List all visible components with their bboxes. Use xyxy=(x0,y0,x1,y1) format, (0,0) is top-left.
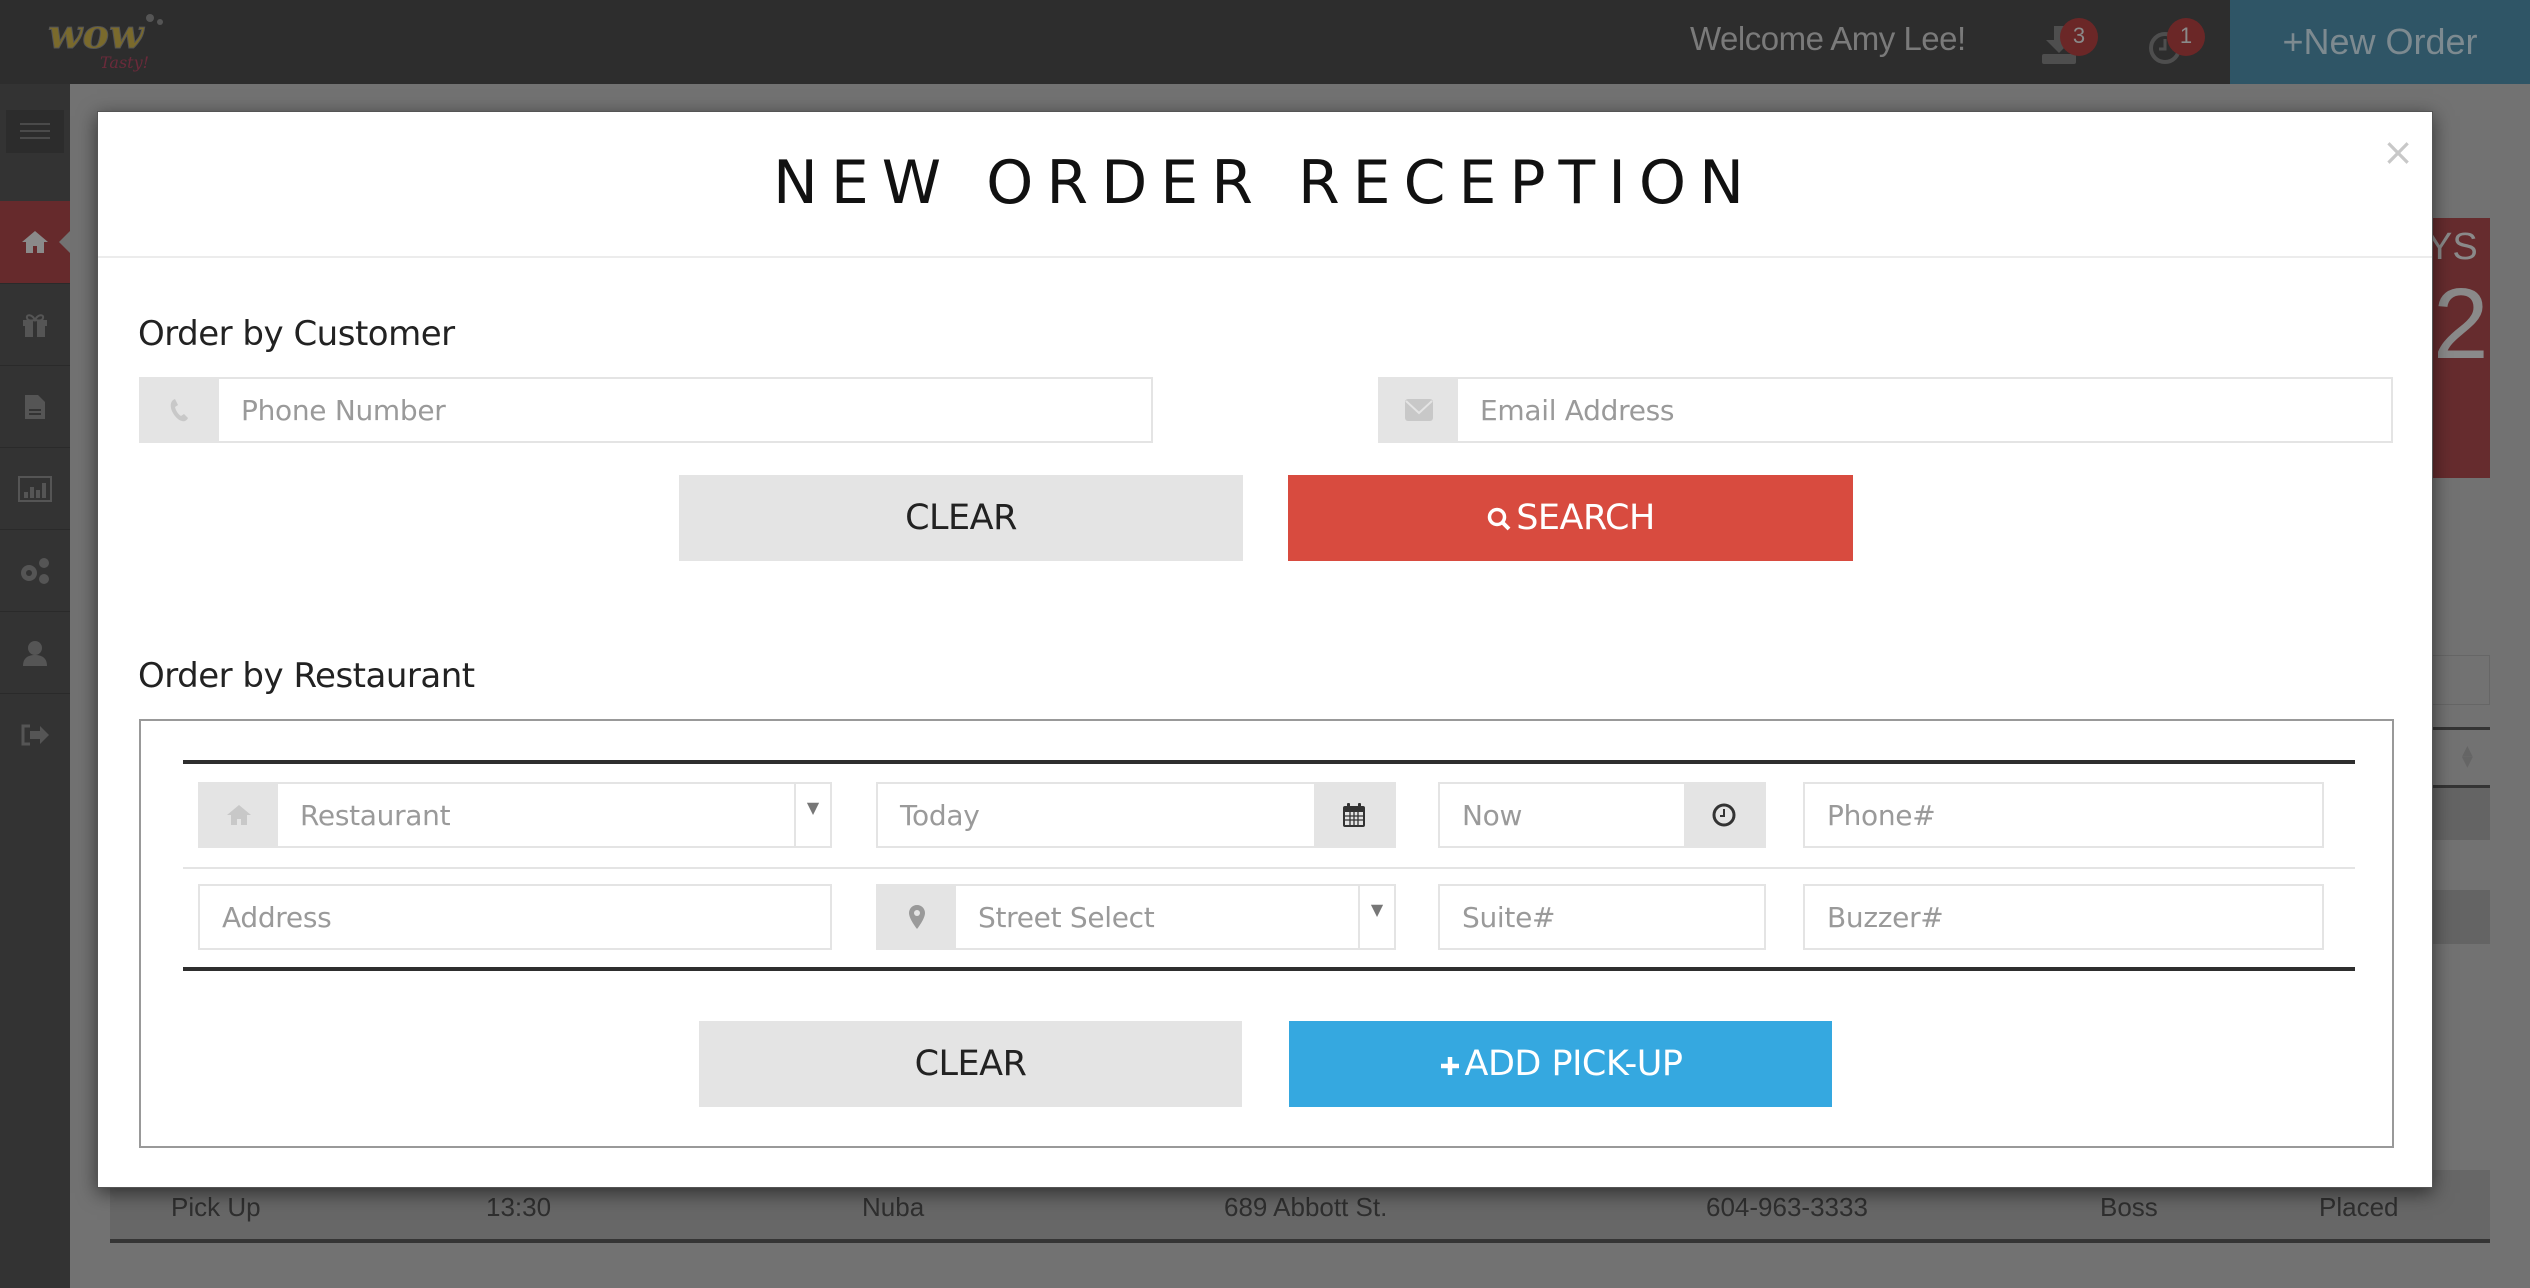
row-driver: Boss xyxy=(2100,1192,2158,1222)
date-picker-button[interactable] xyxy=(1314,784,1394,846)
row-divider xyxy=(183,867,2355,869)
gift-icon xyxy=(23,313,47,337)
row-restaurant: Nuba xyxy=(862,1192,925,1222)
row-type: Pick Up xyxy=(171,1192,261,1222)
date-field[interactable]: Today xyxy=(876,782,1396,848)
restaurant-clear-button[interactable]: CLEAR xyxy=(699,1021,1242,1107)
pending-notification[interactable]: 1 xyxy=(2147,18,2205,68)
sidebar-item-documents[interactable] xyxy=(0,366,70,448)
street-select[interactable]: Street Select ▼ xyxy=(876,884,1396,950)
time-input[interactable]: Now xyxy=(1440,784,1684,846)
user-icon xyxy=(23,640,47,666)
sidebar-item-reports[interactable] xyxy=(0,448,70,530)
sidebar-item-profile[interactable] xyxy=(0,612,70,694)
email-address-input[interactable]: Email Address xyxy=(1458,379,2391,441)
add-pickup-label: ADD PICK-UP xyxy=(1464,1044,1683,1084)
downloads-notification[interactable]: 3 xyxy=(2040,18,2098,68)
map-marker-icon xyxy=(909,905,925,929)
notification-badge: 1 xyxy=(2167,18,2205,56)
sort-icon: ▲ ▼ xyxy=(2462,743,2473,770)
plus-icon xyxy=(1440,1057,1459,1075)
chevron-down-icon: ▼ xyxy=(1358,886,1394,948)
stats-card-label: YS xyxy=(2433,226,2478,268)
bar-chart-icon xyxy=(18,475,52,502)
restaurant-select[interactable]: Restaurant ▼ xyxy=(198,782,832,848)
search-icon xyxy=(1487,507,1511,531)
street-addon xyxy=(878,886,956,948)
file-icon xyxy=(25,394,45,419)
order-by-customer-heading: Order by Customer xyxy=(138,314,455,354)
home-icon xyxy=(22,231,48,253)
modal-title: NEW ORDER RECEPTION xyxy=(772,148,1758,218)
row-time: 13:30 xyxy=(486,1192,552,1222)
welcome-text: Welcome Amy Lee! xyxy=(1690,20,1966,57)
time-picker-button[interactable] xyxy=(1684,784,1764,846)
stats-card-value: 2 xyxy=(2433,268,2489,380)
sidebar xyxy=(0,84,70,1288)
street-select-value: Street Select xyxy=(978,900,1155,934)
sidebar-item-home[interactable] xyxy=(0,201,70,284)
svg-text:Tasty!: Tasty! xyxy=(100,53,149,72)
brand-logo[interactable]: wow Tasty! xyxy=(40,6,175,78)
new-order-modal: NEW ORDER RECEPTION × Order by Customer … xyxy=(97,111,2433,1188)
new-order-button[interactable]: +New Order xyxy=(2230,0,2530,84)
buzzer-field[interactable]: Buzzer# xyxy=(1803,884,2324,950)
suite-input[interactable]: Suite# xyxy=(1440,886,1764,948)
time-field[interactable]: Now xyxy=(1438,782,1766,848)
restaurant-phone-field[interactable]: Phone# xyxy=(1803,782,2324,848)
envelope-icon xyxy=(1405,399,1433,421)
clock-icon xyxy=(1712,803,1736,827)
home-icon xyxy=(227,805,251,825)
menu-icon-bar xyxy=(20,130,50,132)
search-button[interactable]: SEARCH xyxy=(1288,475,1853,561)
restaurant-select-value: Restaurant xyxy=(300,798,451,832)
address-field[interactable]: Address xyxy=(198,884,832,950)
phone-number-input[interactable]: Phone Number xyxy=(219,379,1151,441)
stats-card: YS 2 xyxy=(2433,218,2490,478)
cogs-icon xyxy=(21,557,49,584)
restaurant-addon xyxy=(200,784,278,846)
menu-icon-bar xyxy=(20,123,50,125)
panel-bottom-divider xyxy=(183,967,2355,971)
date-input[interactable]: Today xyxy=(878,784,1314,846)
phone-number-field[interactable]: Phone Number xyxy=(139,377,1153,443)
notification-badge: 3 xyxy=(2060,18,2098,56)
background-input xyxy=(2433,655,2490,705)
close-button[interactable]: × xyxy=(2380,133,2416,171)
phone-addon xyxy=(141,379,219,441)
sidebar-item-gifts[interactable] xyxy=(0,284,70,366)
search-label: SEARCH xyxy=(1516,498,1655,538)
add-pickup-button[interactable]: ADD PICK-UP xyxy=(1289,1021,1832,1107)
order-by-restaurant-heading: Order by Restaurant xyxy=(138,656,475,696)
row-status: Placed xyxy=(2319,1192,2399,1222)
sign-out-icon xyxy=(21,724,49,746)
calendar-icon xyxy=(1343,803,1365,827)
restaurant-order-panel: Restaurant ▼ Today Now Phone# Address St… xyxy=(139,719,2394,1148)
menu-icon-bar xyxy=(20,137,50,139)
address-input[interactable]: Address xyxy=(200,886,830,948)
panel-top-divider xyxy=(183,760,2355,764)
background-table-row xyxy=(2433,890,2490,944)
suite-field[interactable]: Suite# xyxy=(1438,884,1766,950)
sidebar-item-logout[interactable] xyxy=(0,694,70,776)
customer-clear-button[interactable]: CLEAR xyxy=(679,475,1243,561)
top-navbar: wow Tasty! Welcome Amy Lee! 3 1 +New Ord… xyxy=(0,0,2530,84)
restaurant-phone-input[interactable]: Phone# xyxy=(1805,784,2322,846)
table-header-divider xyxy=(2433,727,2490,730)
sidebar-item-settings[interactable] xyxy=(0,530,70,612)
phone-icon xyxy=(170,399,188,422)
sidebar-toggle[interactable] xyxy=(6,110,64,153)
chevron-down-icon: ▼ xyxy=(794,784,830,846)
modal-header: NEW ORDER RECEPTION × xyxy=(98,112,2432,258)
svg-text:wow: wow xyxy=(48,11,145,58)
email-address-field[interactable]: Email Address xyxy=(1378,377,2393,443)
row-address: 689 Abbott St. xyxy=(1224,1192,1388,1222)
buzzer-input[interactable]: Buzzer# xyxy=(1805,886,2322,948)
row-phone: 604-963-3333 xyxy=(1706,1192,1868,1222)
background-table-row xyxy=(2433,788,2490,840)
email-addon xyxy=(1380,379,1458,441)
